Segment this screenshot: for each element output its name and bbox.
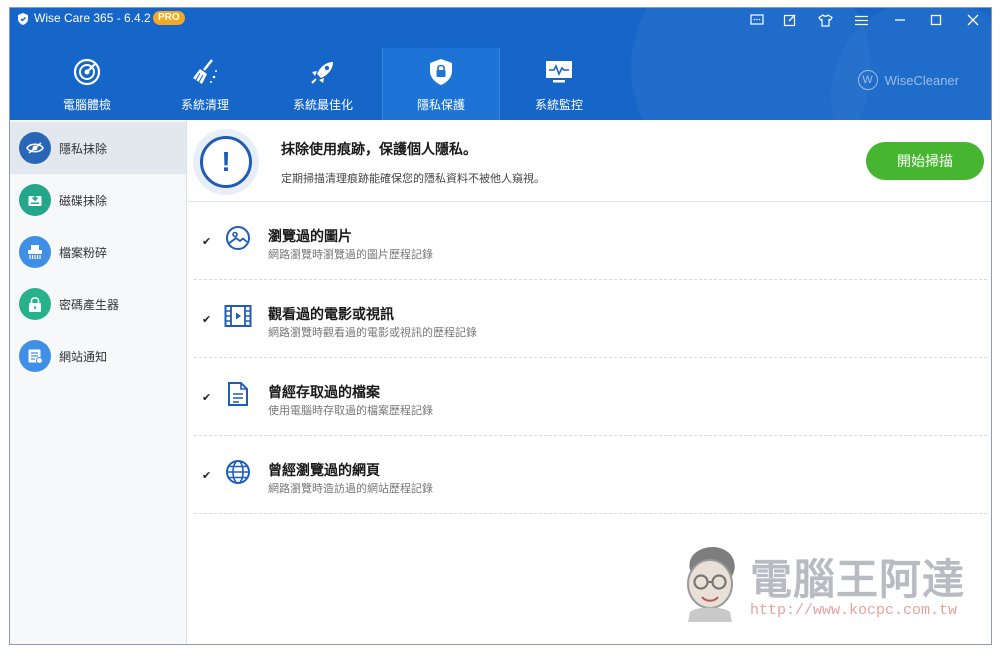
sidebar-item-password-generator[interactable]: 密碼產生器 xyxy=(10,278,186,330)
pro-badge: PRO xyxy=(153,11,185,25)
alert-glyph: ! xyxy=(200,136,252,188)
shredder-icon xyxy=(19,236,51,268)
main-content: ! 抹除使用痕跡，保護個人隱私。 定期掃描清理痕跡能確保您的隱私資料不被他人窺視… xyxy=(188,120,991,644)
mascot-icon xyxy=(687,546,735,622)
item-title: 瀏覽過的圖片 xyxy=(268,229,352,245)
rocket-icon xyxy=(307,56,339,88)
wisecleaner-logo: W WiseCleaner xyxy=(857,70,959,90)
item-description: 網路瀏覽時觀看過的電影或視訊的歷程記錄 xyxy=(268,326,477,339)
sidebar-item-web-notification[interactable]: 網站通知 xyxy=(10,330,186,382)
checkbox-viewed-images[interactable]: ✔ xyxy=(202,236,213,247)
menu-icon[interactable] xyxy=(850,10,872,30)
minimize-icon[interactable] xyxy=(889,10,911,30)
sidebar-item-label: 密碼產生器 xyxy=(59,297,120,312)
watermark-url: http://www.kocpc.com.tw xyxy=(750,602,958,619)
document-icon xyxy=(224,380,252,408)
alert-icon: ! xyxy=(193,129,259,195)
header: Wise Care 365 - 6.4.2 PRO 電腦體檢 系統清理 系統最佳… xyxy=(10,8,991,120)
maximize-icon[interactable] xyxy=(925,10,947,30)
item-description: 網路瀏覽時瀏覽過的圖片歷程記錄 xyxy=(268,248,433,261)
tab-pc-checkup[interactable]: 電腦體檢 xyxy=(28,48,146,120)
app-shield-icon xyxy=(18,13,28,25)
brand-name: WiseCleaner xyxy=(884,72,959,88)
web-notify-icon xyxy=(19,340,51,372)
list-item-viewed-images: ✔ 瀏覽過的圖片 網路瀏覽時瀏覽過的圖片歷程記錄 xyxy=(188,202,991,280)
app-window: Wise Care 365 - 6.4.2 PRO 電腦體檢 系統清理 系統最佳… xyxy=(9,7,992,645)
skin-shirt-icon[interactable] xyxy=(814,10,836,30)
sidebar-item-privacy-erase[interactable]: 隱私抹除 xyxy=(10,122,186,174)
tab-label: 系統最佳化 xyxy=(292,98,353,112)
tab-label: 系統監控 xyxy=(534,98,583,112)
sidebar-item-disk-erase[interactable]: 磁碟抹除 xyxy=(10,174,186,226)
tab-system-optimize[interactable]: 系統最佳化 xyxy=(264,48,382,120)
list-item-accessed-files: ✔ 曾經存取過的檔案 使用電腦時存取過的檔案歷程記錄 xyxy=(188,358,991,436)
shield-lock-icon xyxy=(425,56,457,88)
item-title: 曾經瀏覽過的網頁 xyxy=(268,463,380,479)
target-icon xyxy=(71,56,103,88)
brand-mark: W xyxy=(857,70,878,90)
tab-privacy-protect[interactable]: 隱私保護 xyxy=(382,48,500,120)
sidebar-item-label: 網站通知 xyxy=(59,349,108,364)
edit-icon[interactable] xyxy=(779,10,801,30)
start-scan-button[interactable]: 開始掃描 xyxy=(866,142,984,180)
item-title: 觀看過的電影或視訊 xyxy=(268,307,394,323)
banner-title: 抹除使用痕跡，保護個人隱私。 xyxy=(281,142,477,158)
list-item-watched-videos: ✔ 觀看過的電影或視訊 網路瀏覽時觀看過的電影或視訊的歷程記錄 xyxy=(188,280,991,358)
eye-off-icon xyxy=(19,132,51,164)
item-description: 網路瀏覽時造訪過的網站歷程記錄 xyxy=(268,482,433,495)
privacy-banner: ! 抹除使用痕跡，保護個人隱私。 定期掃描清理痕跡能確保您的隱私資料不被他人窺視… xyxy=(188,120,991,202)
sidebar-item-label: 磁碟抹除 xyxy=(59,193,108,208)
checkbox-watched-videos[interactable]: ✔ xyxy=(202,314,213,325)
banner-subtitle: 定期掃描清理痕跡能確保您的隱私資料不被他人窺視。 xyxy=(281,172,545,185)
tab-system-monitor[interactable]: 系統監控 xyxy=(500,48,618,120)
watermark-text: 電腦王阿達 xyxy=(750,555,966,604)
watermark: 電腦王阿達 http://www.kocpc.com.tw xyxy=(676,540,976,630)
checkbox-accessed-files[interactable]: ✔ xyxy=(202,392,213,403)
close-icon[interactable] xyxy=(962,10,984,30)
sidebar: 隱私抹除 磁碟抹除 檔案粉碎 密碼產生器 網站通知 xyxy=(10,120,187,644)
monitor-pulse-icon xyxy=(543,56,575,88)
tab-system-clean[interactable]: 系統清理 xyxy=(146,48,264,120)
tab-label: 隱私保護 xyxy=(416,98,465,112)
globe-icon xyxy=(224,458,252,486)
divider xyxy=(194,513,987,514)
tab-label: 電腦體檢 xyxy=(62,98,111,112)
tab-label: 系統清理 xyxy=(180,98,229,112)
main-nav: 電腦體檢 系統清理 系統最佳化 隱私保護 系統監控 xyxy=(28,48,618,120)
feedback-icon[interactable] xyxy=(746,10,768,30)
image-icon xyxy=(224,224,252,252)
film-icon xyxy=(224,302,252,330)
sidebar-item-file-shredder[interactable]: 檔案粉碎 xyxy=(10,226,186,278)
password-lock-icon xyxy=(19,288,51,320)
broom-icon xyxy=(189,56,221,88)
sidebar-item-label: 隱私抹除 xyxy=(59,141,108,156)
item-title: 曾經存取過的檔案 xyxy=(268,385,380,401)
sidebar-item-label: 檔案粉碎 xyxy=(59,245,108,260)
app-title: Wise Care 365 - 6.4.2 xyxy=(34,11,151,25)
title-bar: Wise Care 365 - 6.4.2 PRO xyxy=(10,8,991,32)
checkbox-browsed-pages[interactable]: ✔ xyxy=(202,470,213,481)
item-description: 使用電腦時存取過的檔案歷程記錄 xyxy=(268,404,433,417)
list-item-browsed-pages: ✔ 曾經瀏覽過的網頁 網路瀏覽時造訪過的網站歷程記錄 xyxy=(188,436,991,514)
disk-erase-icon xyxy=(19,184,51,216)
